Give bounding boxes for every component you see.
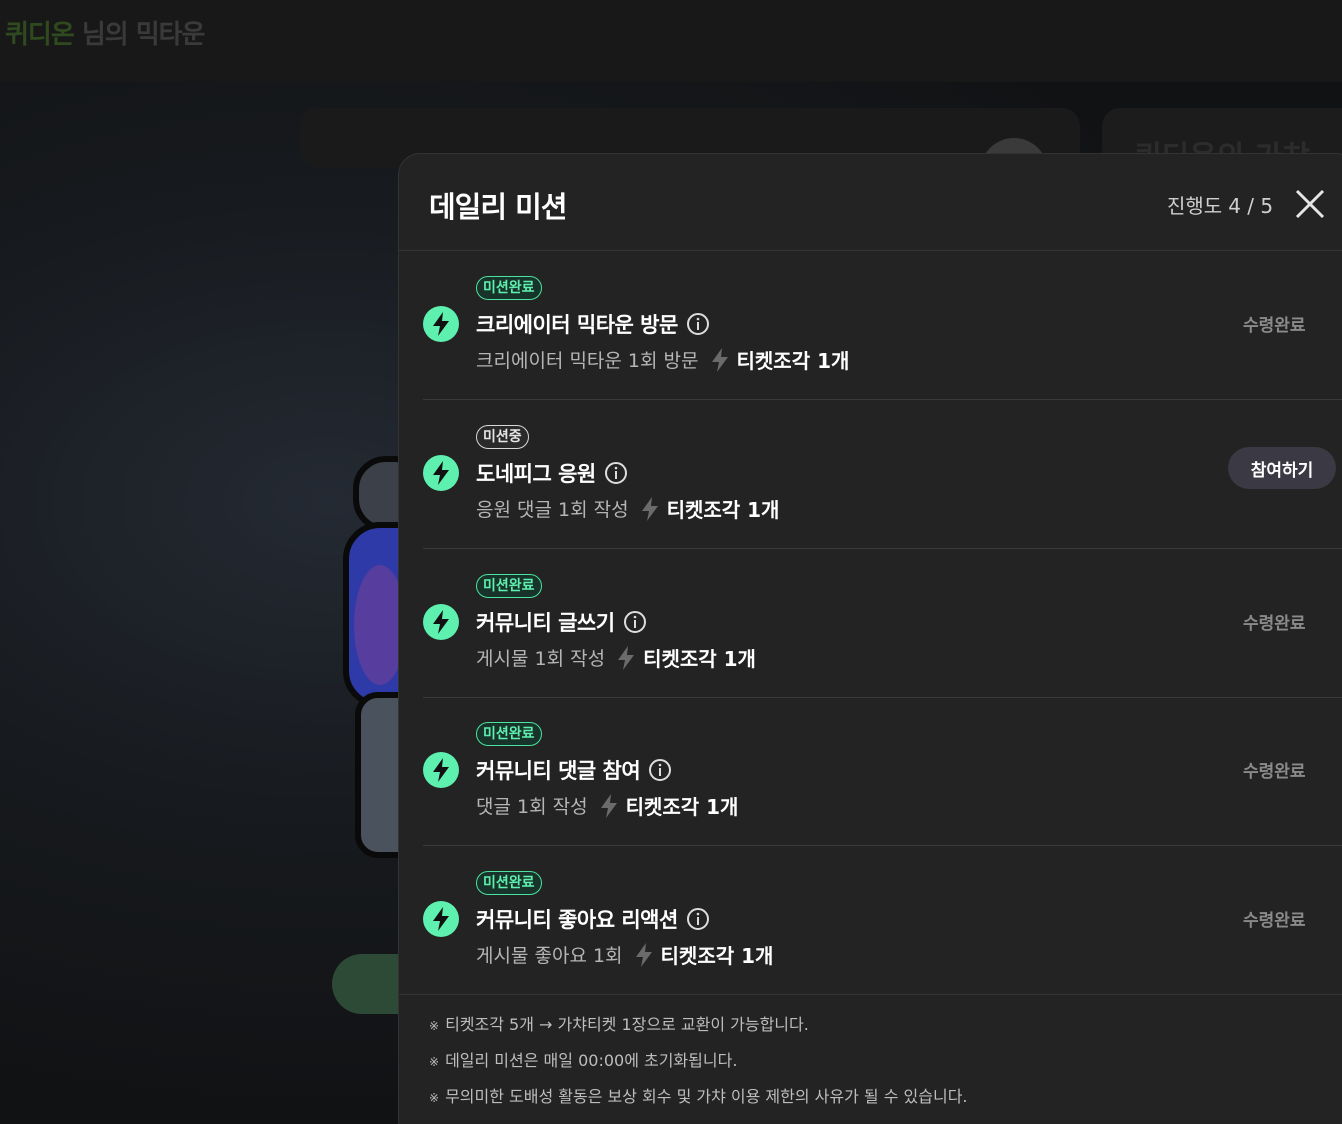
note-item: ※ 티켓조각 5개 → 가챠티켓 1장으로 교환이 가능합니다. xyxy=(429,1015,1342,1051)
claimed-status: 수령완료 xyxy=(1243,911,1306,931)
mission-description: 게시물 1회 작성 티켓조각 1개 xyxy=(476,643,756,672)
info-icon[interactable] xyxy=(648,758,672,782)
mission-reward: 티켓조각 1개 xyxy=(643,647,756,671)
mission-title: 커뮤니티 글쓰기 xyxy=(476,607,647,637)
mission-title: 커뮤니티 댓글 참여 xyxy=(476,755,672,785)
mission-status-badge: 미션중 xyxy=(476,425,529,449)
mission-reward: 티켓조각 1개 xyxy=(625,795,739,819)
note-mark: ※ xyxy=(429,1019,440,1033)
claimed-status: 수령완료 xyxy=(1243,614,1306,634)
modal-header: 데일리 미션 진행도 4 / 5 xyxy=(399,154,1342,251)
page-title-suffix: 님의 믹타운 xyxy=(73,20,206,50)
claimed-status: 수령완료 xyxy=(1243,762,1306,782)
reward-lightning-icon xyxy=(641,496,658,521)
lightning-icon xyxy=(423,604,459,640)
mission-desc-text: 크리에이터 믹타운 1회 방문 xyxy=(476,350,699,372)
mission-desc-text: 댓글 1회 작성 xyxy=(476,796,588,818)
page-title: 퀴디온 님의 믹타운 xyxy=(5,14,206,51)
note-text: 티켓조각 5개 → 가챠티켓 1장으로 교환이 가능합니다. xyxy=(445,1015,809,1034)
daily-mission-modal: 데일리 미션 진행도 4 / 5 미션완료 크리에이터 믹타운 방문 크리에이터 … xyxy=(398,153,1342,1124)
note-mark: ※ xyxy=(429,1091,440,1105)
mission-status-badge: 미션완료 xyxy=(476,276,542,300)
progress-indicator: 진행도 4 / 5 xyxy=(1167,190,1273,219)
notes-section: ※ 티켓조각 5개 → 가챠티켓 1장으로 교환이 가능합니다. ※ 데일리 미션은… xyxy=(399,994,1342,1123)
reward-lightning-icon xyxy=(618,645,635,670)
mission-status-badge: 미션완료 xyxy=(476,574,542,598)
note-text: 무의미한 도배성 활동은 보상 회수 및 가챠 이용 제한의 사유가 될 수 있… xyxy=(445,1087,968,1106)
info-icon[interactable] xyxy=(686,907,710,931)
mission-description: 게시물 좋아요 1회 티켓조각 1개 xyxy=(476,940,773,969)
mission-item: 미션완료 커뮤니티 댓글 참여 댓글 1회 작성 티켓조각 1개 수령완료 xyxy=(423,697,1342,846)
mission-reward: 티켓조각 1개 xyxy=(736,349,850,373)
mission-desc-text: 응원 댓글 1회 작성 xyxy=(476,499,629,521)
note-mark: ※ xyxy=(429,1055,440,1069)
mission-item: 미션중 도네피그 응원 응원 댓글 1회 작성 티켓조각 1개 참여하기 xyxy=(423,400,1342,549)
mission-reward: 티켓조각 1개 xyxy=(660,944,774,968)
mission-title-text: 커뮤니티 댓글 참여 xyxy=(476,759,641,783)
mission-title-text: 커뮤니티 좋아요 리액션 xyxy=(476,908,678,932)
progress-value: 4 / 5 xyxy=(1228,194,1274,218)
note-item: ※ 무의미한 도배성 활동은 보상 회수 및 가챠 이용 제한의 사유가 될 수 … xyxy=(429,1087,1342,1123)
info-icon[interactable] xyxy=(604,461,628,485)
mission-description: 댓글 1회 작성 티켓조각 1개 xyxy=(476,791,738,820)
note-text: 데일리 미션은 매일 00:00에 초기화됩니다. xyxy=(445,1051,738,1070)
lightning-icon xyxy=(423,306,459,342)
mission-title: 커뮤니티 좋아요 리액션 xyxy=(476,904,710,934)
mission-title-text: 도네피그 응원 xyxy=(476,462,596,486)
info-icon[interactable] xyxy=(623,610,647,634)
lightning-icon xyxy=(423,752,459,788)
lightning-icon xyxy=(423,901,459,937)
mission-title-text: 커뮤니티 글쓰기 xyxy=(476,611,615,635)
mission-status-badge: 미션완료 xyxy=(476,722,542,746)
progress-label: 진행도 xyxy=(1167,194,1223,218)
mission-item: 미션완료 커뮤니티 좋아요 리액션 게시물 좋아요 1회 티켓조각 1개 수령완… xyxy=(423,846,1342,995)
mission-title-text: 크리에이터 믹타운 방문 xyxy=(476,313,678,337)
close-icon[interactable] xyxy=(1293,187,1327,221)
reward-lightning-icon xyxy=(635,942,652,967)
mission-description: 크리에이터 믹타운 1회 방문 티켓조각 1개 xyxy=(476,345,849,374)
note-item: ※ 데일리 미션은 매일 00:00에 초기화됩니다. xyxy=(429,1051,1342,1087)
claimed-status: 수령완료 xyxy=(1243,316,1306,336)
lightning-icon xyxy=(423,455,459,491)
mission-description: 응원 댓글 1회 작성 티켓조각 1개 xyxy=(476,494,779,523)
reward-lightning-icon xyxy=(600,793,617,818)
modal-title: 데일리 미션 xyxy=(429,190,567,224)
mission-item: 미션완료 크리에이터 믹타운 방문 크리에이터 믹타운 1회 방문 티켓조각 1… xyxy=(423,251,1342,400)
info-icon[interactable] xyxy=(686,312,710,336)
mission-reward: 티켓조각 1개 xyxy=(666,498,780,522)
mission-desc-text: 게시물 좋아요 1회 xyxy=(476,945,623,967)
mission-title: 도네피그 응원 xyxy=(476,458,628,488)
mission-status-badge: 미션완료 xyxy=(476,871,542,895)
mission-item: 미션완료 커뮤니티 글쓰기 게시물 1회 작성 티켓조각 1개 수령완료 xyxy=(423,549,1342,698)
user-name: 퀴디온 xyxy=(5,20,75,50)
reward-lightning-icon xyxy=(711,347,728,372)
mission-desc-text: 게시물 1회 작성 xyxy=(476,648,606,670)
join-button[interactable]: 참여하기 xyxy=(1228,447,1336,489)
mission-title: 크리에이터 믹타운 방문 xyxy=(476,309,710,339)
